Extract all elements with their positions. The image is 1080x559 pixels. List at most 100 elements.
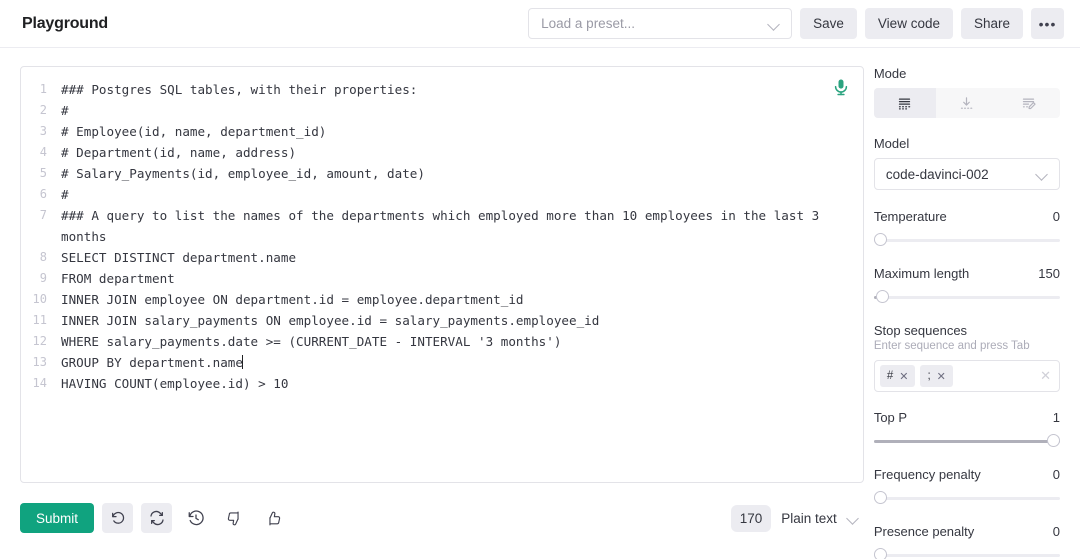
line-text: # Salary_Payments(id, employee_id, amoun…	[61, 163, 829, 184]
stop-sequence-tag-label: ;	[927, 370, 930, 382]
line-text: ### A query to list the names of the dep…	[61, 205, 829, 247]
presence-penalty-slider[interactable]	[874, 548, 1060, 559]
line-number: 2	[21, 100, 61, 121]
line-text: # Department(id, name, address)	[61, 142, 829, 163]
text-caret	[242, 355, 243, 369]
temperature-row: Temperature 0	[874, 209, 1060, 224]
regenerate-icon	[149, 510, 165, 526]
code-line: 4# Department(id, name, address)	[21, 142, 863, 163]
line-number: 3	[21, 121, 61, 142]
microphone-icon[interactable]	[831, 77, 851, 97]
frequency-penalty-slider[interactable]	[874, 491, 1060, 505]
regenerate-button[interactable]	[141, 503, 172, 533]
line-number: 7	[21, 205, 61, 226]
temperature-slider[interactable]	[874, 233, 1060, 247]
code-line: 11INNER JOIN salary_payments ON employee…	[21, 310, 863, 331]
slider-knob[interactable]	[874, 491, 887, 504]
app-header: Playground Load a preset... Save View co…	[0, 0, 1080, 48]
code-line-list: 1### Postgres SQL tables, with their pro…	[21, 79, 863, 394]
chevron-down-icon	[846, 511, 860, 525]
line-text: # Employee(id, name, department_id)	[61, 121, 829, 142]
clear-stop-sequences-icon[interactable]: ✕	[1040, 368, 1051, 384]
frequency-penalty-row: Frequency penalty 0	[874, 467, 1060, 482]
view-code-button[interactable]: View code	[865, 8, 953, 39]
history-button[interactable]	[180, 503, 211, 533]
slider-knob[interactable]	[874, 548, 887, 559]
output-format-dropdown[interactable]: Plain text	[781, 511, 860, 526]
thumbs-down-button[interactable]	[219, 503, 250, 533]
slider-knob[interactable]	[1047, 434, 1060, 447]
slider-knob[interactable]	[874, 233, 887, 246]
model-dropdown[interactable]: code-davinci-002	[874, 158, 1060, 190]
editor-toolbar: Submit	[20, 501, 864, 535]
code-line: 6#	[21, 184, 863, 205]
save-button[interactable]: Save	[800, 8, 857, 39]
thumbs-up-button[interactable]	[258, 503, 289, 533]
remove-tag-icon[interactable]: ✕	[937, 370, 946, 383]
load-preset-placeholder: Load a preset...	[541, 16, 767, 31]
remove-tag-icon[interactable]: ✕	[899, 370, 908, 383]
code-line: 1### Postgres SQL tables, with their pro…	[21, 79, 863, 100]
line-number: 4	[21, 142, 61, 163]
undo-button[interactable]	[102, 503, 133, 533]
line-text: #	[61, 184, 829, 205]
code-line: 12WHERE salary_payments.date >= (CURRENT…	[21, 331, 863, 352]
chevron-down-icon	[1035, 167, 1049, 181]
submit-button[interactable]: Submit	[20, 503, 94, 533]
presence-penalty-value: 0	[1053, 524, 1060, 539]
thumbs-down-icon	[226, 510, 243, 527]
presence-penalty-row: Presence penalty 0	[874, 524, 1060, 539]
line-text: WHERE salary_payments.date >= (CURRENT_D…	[61, 331, 829, 352]
temperature-value: 0	[1053, 209, 1060, 224]
model-value: code-davinci-002	[886, 167, 1035, 182]
top-p-label: Top P	[874, 410, 907, 425]
load-preset-dropdown[interactable]: Load a preset...	[528, 8, 792, 39]
model-label: Model	[874, 136, 1060, 151]
slider-track	[874, 239, 1060, 242]
more-options-button[interactable]: •••	[1031, 8, 1064, 39]
code-line: 13GROUP BY department.name	[21, 352, 863, 373]
line-text: INNER JOIN salary_payments ON employee.i…	[61, 310, 829, 331]
stop-sequence-tag[interactable]: ;✕	[920, 365, 952, 387]
mode-option-complete[interactable]	[874, 88, 936, 118]
slider-fill	[874, 440, 1060, 443]
thumbs-up-icon	[265, 510, 282, 527]
slider-track	[874, 497, 1060, 500]
top-p-slider[interactable]	[874, 434, 1060, 448]
line-text: HAVING COUNT(employee.id) > 10	[61, 373, 829, 394]
line-number: 6	[21, 184, 61, 205]
token-count-badge: 170	[731, 505, 772, 532]
line-text: GROUP BY department.name	[61, 352, 829, 373]
temperature-label: Temperature	[874, 209, 947, 224]
mode-option-edit[interactable]	[998, 88, 1060, 118]
top-p-value: 1	[1053, 410, 1060, 425]
code-line: 3# Employee(id, name, department_id)	[21, 121, 863, 142]
stop-sequences-input[interactable]: #✕;✕ ✕	[874, 360, 1060, 392]
line-text: FROM department	[61, 268, 829, 289]
top-p-row: Top P 1	[874, 410, 1060, 425]
maximum-length-label: Maximum length	[874, 266, 969, 281]
maximum-length-slider[interactable]	[874, 290, 1060, 304]
frequency-penalty-label: Frequency penalty	[874, 467, 981, 482]
header-actions: Load a preset... Save View code Share ••…	[528, 8, 1064, 39]
slider-knob[interactable]	[876, 290, 889, 303]
mode-label: Mode	[874, 66, 1060, 81]
line-text: #	[61, 100, 829, 121]
stop-sequence-tag[interactable]: #✕	[880, 365, 916, 387]
maximum-length-row: Maximum length 150	[874, 266, 1060, 281]
complete-lines-icon	[897, 96, 912, 111]
history-icon	[187, 509, 205, 527]
share-button[interactable]: Share	[961, 8, 1023, 39]
line-number: 13	[21, 352, 61, 373]
edit-lines-icon	[1021, 96, 1036, 111]
line-number: 9	[21, 268, 61, 289]
mode-option-insert[interactable]	[936, 88, 998, 118]
code-line: 9FROM department	[21, 268, 863, 289]
page-title: Playground	[22, 15, 108, 33]
prompt-editor[interactable]: 1### Postgres SQL tables, with their pro…	[20, 66, 864, 483]
output-format-label: Plain text	[781, 511, 837, 526]
undo-icon	[110, 510, 126, 526]
presence-penalty-label: Presence penalty	[874, 524, 974, 539]
slider-track	[874, 296, 1060, 299]
insert-download-icon	[959, 96, 974, 111]
